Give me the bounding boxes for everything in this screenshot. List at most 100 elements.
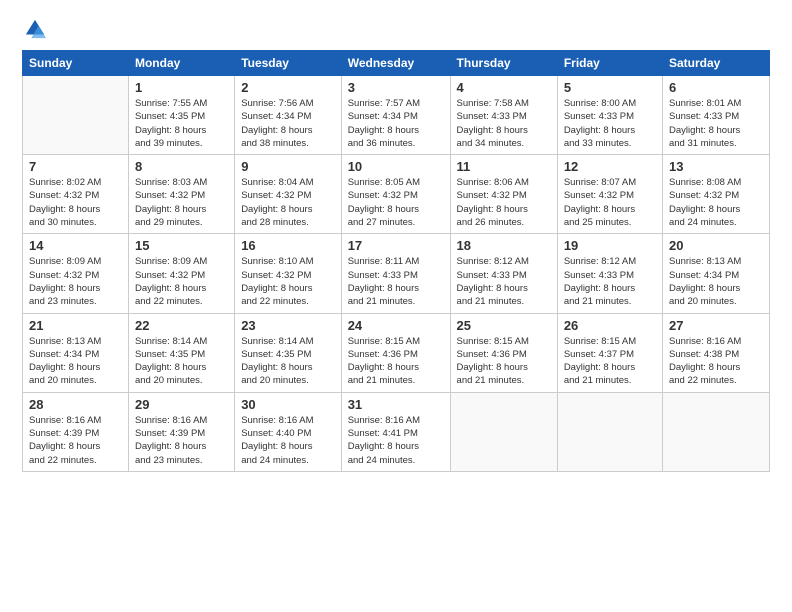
calendar-cell: 8 Sunrise: 8:03 AMSunset: 4:32 PMDaylight… [128,155,234,234]
day-info: Sunrise: 8:15 AMSunset: 4:37 PMDaylight:… [564,335,656,388]
day-info: Sunrise: 8:14 AMSunset: 4:35 PMDaylight:… [241,335,335,388]
calendar-week-row: 7Sunrise: 8:02 AMSunset: 4:32 PMDaylight… [23,155,770,234]
day-number: 31 [348,397,444,412]
day-info: Sunrise: 8:16 AMSunset: 4:41 PMDaylight:… [348,414,444,467]
calendar-cell: 21 Sunrise: 8:13 AMSunset: 4:34 PMDayligh… [23,313,129,392]
calendar-cell: 11Sunrise: 8:06 AMSunset: 4:32 PMDayligh… [450,155,557,234]
weekday-header-friday: Friday [557,51,662,76]
day-number: 20 [669,238,763,253]
day-number: 4 [457,80,551,95]
day-number: 2 [241,80,335,95]
day-number: 19 [564,238,656,253]
calendar-cell [23,76,129,155]
day-info: Sunrise: 8:16 AMSunset: 4:39 PMDaylight:… [29,414,122,467]
calendar-cell: 7Sunrise: 8:02 AMSunset: 4:32 PMDaylight… [23,155,129,234]
day-number: 15 [135,238,228,253]
calendar-cell: 19 Sunrise: 8:12 AMSunset: 4:33 PMDayligh… [557,234,662,313]
calendar-cell: 25 Sunrise: 8:15 AMSunset: 4:36 PMDayligh… [450,313,557,392]
day-number: 1 [135,80,228,95]
day-info: Sunrise: 8:13 AMSunset: 4:34 PMDaylight:… [669,255,763,308]
calendar-cell: 13 Sunrise: 8:08 AMSunset: 4:32 PMDayligh… [662,155,769,234]
day-number: 17 [348,238,444,253]
calendar-cell: 4 Sunrise: 7:58 AMSunset: 4:33 PMDaylight… [450,76,557,155]
day-info: Sunrise: 8:09 AMSunset: 4:32 PMDaylight:… [29,255,122,308]
day-info: Sunrise: 7:56 AMSunset: 4:34 PMDaylight:… [241,97,335,150]
calendar-cell: 23 Sunrise: 8:14 AMSunset: 4:35 PMDayligh… [235,313,342,392]
calendar-week-row: 1 Sunrise: 7:55 AMSunset: 4:35 PMDaylight… [23,76,770,155]
weekday-header-monday: Monday [128,51,234,76]
day-info: Sunrise: 7:57 AMSunset: 4:34 PMDaylight:… [348,97,444,150]
day-info: Sunrise: 8:16 AMSunset: 4:40 PMDaylight:… [241,414,335,467]
day-number: 9 [241,159,335,174]
calendar-cell: 27Sunrise: 8:16 AMSunset: 4:38 PMDayligh… [662,313,769,392]
day-number: 13 [669,159,763,174]
day-number: 30 [241,397,335,412]
day-number: 29 [135,397,228,412]
weekday-header-thursday: Thursday [450,51,557,76]
day-info: Sunrise: 8:12 AMSunset: 4:33 PMDaylight:… [457,255,551,308]
calendar-week-row: 28Sunrise: 8:16 AMSunset: 4:39 PMDayligh… [23,392,770,471]
calendar-cell: 6 Sunrise: 8:01 AMSunset: 4:33 PMDaylight… [662,76,769,155]
day-info: Sunrise: 8:08 AMSunset: 4:32 PMDaylight:… [669,176,763,229]
calendar-cell: 31 Sunrise: 8:16 AMSunset: 4:41 PMDayligh… [341,392,450,471]
day-number: 24 [348,318,444,333]
day-number: 25 [457,318,551,333]
day-info: Sunrise: 8:11 AMSunset: 4:33 PMDaylight:… [348,255,444,308]
day-number: 23 [241,318,335,333]
day-number: 22 [135,318,228,333]
calendar-week-row: 14Sunrise: 8:09 AMSunset: 4:32 PMDayligh… [23,234,770,313]
day-number: 3 [348,80,444,95]
calendar-cell: 24 Sunrise: 8:15 AMSunset: 4:36 PMDayligh… [341,313,450,392]
calendar-table: SundayMondayTuesdayWednesdayThursdayFrid… [22,50,770,472]
weekday-header-saturday: Saturday [662,51,769,76]
logo-text [22,18,48,40]
logo-icon [24,18,46,40]
weekday-header-row: SundayMondayTuesdayWednesdayThursdayFrid… [23,51,770,76]
day-info: Sunrise: 8:12 AMSunset: 4:33 PMDaylight:… [564,255,656,308]
calendar-cell: 15 Sunrise: 8:09 AMSunset: 4:32 PMDayligh… [128,234,234,313]
day-info: Sunrise: 8:13 AMSunset: 4:34 PMDaylight:… [29,335,122,388]
calendar-cell: 10 Sunrise: 8:05 AMSunset: 4:32 PMDayligh… [341,155,450,234]
calendar-cell: 26 Sunrise: 8:15 AMSunset: 4:37 PMDayligh… [557,313,662,392]
day-info: Sunrise: 8:10 AMSunset: 4:32 PMDaylight:… [241,255,335,308]
day-info: Sunrise: 8:02 AMSunset: 4:32 PMDaylight:… [29,176,122,229]
calendar-cell: 14Sunrise: 8:09 AMSunset: 4:32 PMDayligh… [23,234,129,313]
calendar-cell: 12 Sunrise: 8:07 AMSunset: 4:32 PMDayligh… [557,155,662,234]
day-info: Sunrise: 7:58 AMSunset: 4:33 PMDaylight:… [457,97,551,150]
day-info: Sunrise: 8:14 AMSunset: 4:35 PMDaylight:… [135,335,228,388]
day-info: Sunrise: 8:04 AMSunset: 4:32 PMDaylight:… [241,176,335,229]
day-number: 12 [564,159,656,174]
day-number: 6 [669,80,763,95]
day-info: Sunrise: 8:07 AMSunset: 4:32 PMDaylight:… [564,176,656,229]
day-number: 8 [135,159,228,174]
day-info: Sunrise: 8:05 AMSunset: 4:32 PMDaylight:… [348,176,444,229]
calendar-cell: 3 Sunrise: 7:57 AMSunset: 4:34 PMDaylight… [341,76,450,155]
page: SundayMondayTuesdayWednesdayThursdayFrid… [0,0,792,612]
calendar-cell: 2 Sunrise: 7:56 AMSunset: 4:34 PMDaylight… [235,76,342,155]
day-info: Sunrise: 8:15 AMSunset: 4:36 PMDaylight:… [348,335,444,388]
day-number: 18 [457,238,551,253]
day-info: Sunrise: 8:03 AMSunset: 4:32 PMDaylight:… [135,176,228,229]
calendar-cell: 18 Sunrise: 8:12 AMSunset: 4:33 PMDayligh… [450,234,557,313]
day-info: Sunrise: 7:55 AMSunset: 4:35 PMDaylight:… [135,97,228,150]
day-number: 21 [29,318,122,333]
day-number: 26 [564,318,656,333]
day-info: Sunrise: 8:01 AMSunset: 4:33 PMDaylight:… [669,97,763,150]
calendar-header: SundayMondayTuesdayWednesdayThursdayFrid… [23,51,770,76]
day-number: 10 [348,159,444,174]
day-number: 5 [564,80,656,95]
day-info: Sunrise: 8:00 AMSunset: 4:33 PMDaylight:… [564,97,656,150]
header [22,18,770,40]
day-info: Sunrise: 8:09 AMSunset: 4:32 PMDaylight:… [135,255,228,308]
calendar-cell [450,392,557,471]
calendar-cell: 17 Sunrise: 8:11 AMSunset: 4:33 PMDayligh… [341,234,450,313]
calendar-cell: 28Sunrise: 8:16 AMSunset: 4:39 PMDayligh… [23,392,129,471]
weekday-header-tuesday: Tuesday [235,51,342,76]
day-info: Sunrise: 8:15 AMSunset: 4:36 PMDaylight:… [457,335,551,388]
calendar-week-row: 21 Sunrise: 8:13 AMSunset: 4:34 PMDayligh… [23,313,770,392]
calendar-cell [557,392,662,471]
day-info: Sunrise: 8:16 AMSunset: 4:39 PMDaylight:… [135,414,228,467]
day-info: Sunrise: 8:16 AMSunset: 4:38 PMDaylight:… [669,335,763,388]
calendar-cell: 16Sunrise: 8:10 AMSunset: 4:32 PMDayligh… [235,234,342,313]
calendar-cell [662,392,769,471]
